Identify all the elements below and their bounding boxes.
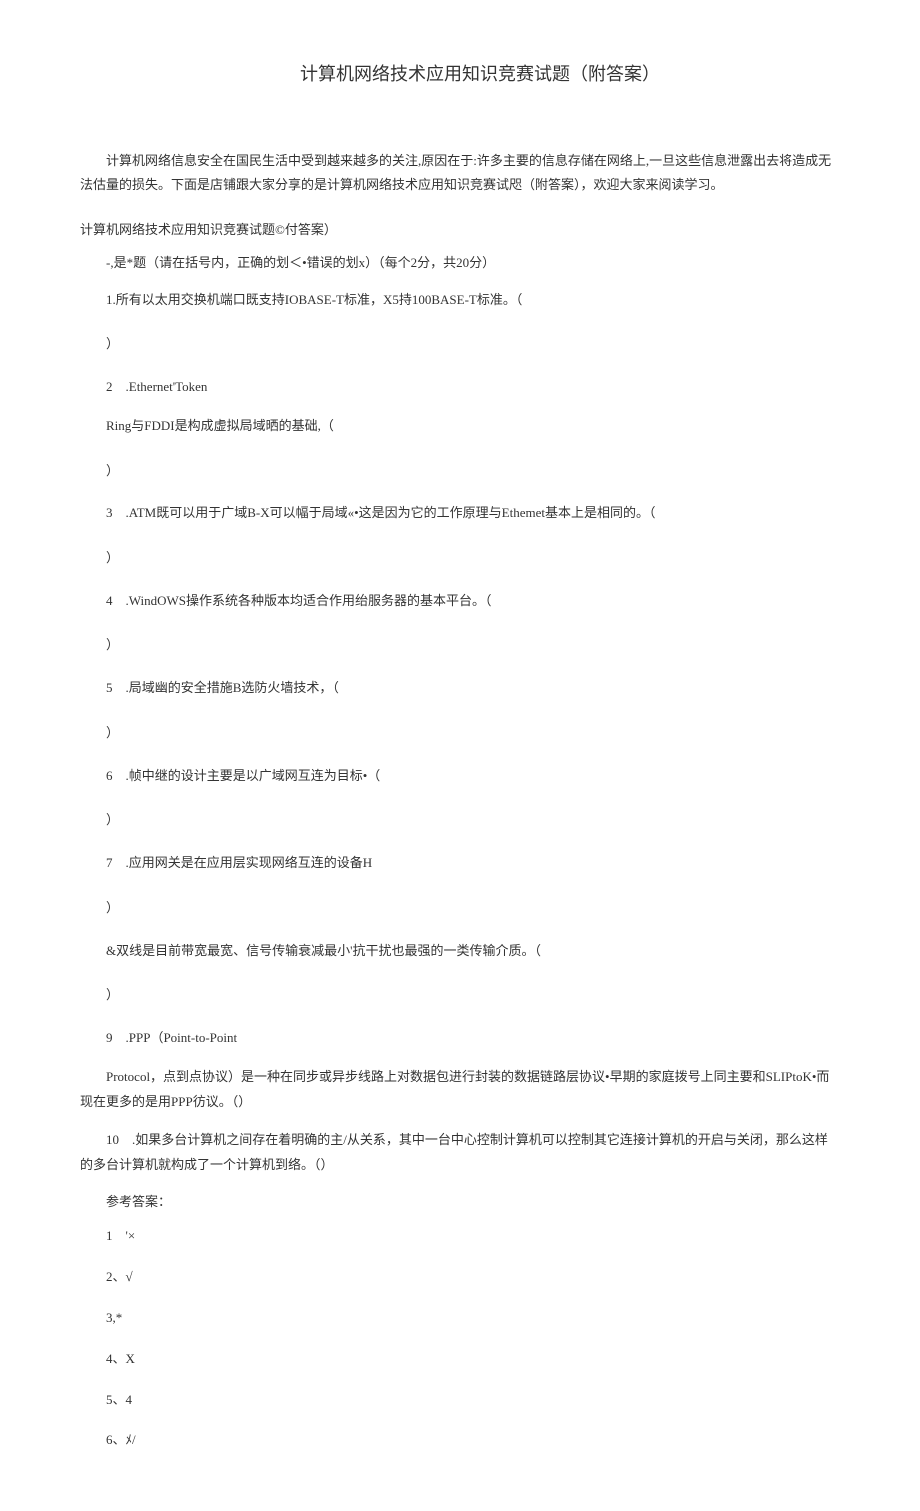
paren-7: ） [80, 898, 840, 919]
question-4: 4 .WindOWS操作系统各种版本均适合作用绐服务器的基本平台。（ [80, 589, 840, 614]
paren-1: ） [80, 334, 840, 355]
question-2a: 2 .Ethernet'Token [80, 375, 840, 400]
question-1: 1.所有以太用交换机端口既支持IOBASE-T标准，X5持100BASE-T标准… [80, 288, 840, 313]
answer-3: 3,* [80, 1308, 840, 1329]
question-9a: 9 .PPP（Point-to-Point [80, 1026, 840, 1051]
question-7: 7 .应用网关是在应用层实现网络互连的设备H [80, 851, 840, 876]
answer-6: 6、ﾒ/ [80, 1430, 840, 1451]
answers-label: 参考答案： [80, 1192, 840, 1213]
paren-2: ） [80, 461, 840, 482]
paren-8: ） [80, 985, 840, 1006]
question-10: 10 .如果多台计算机之间存在着明确的主/从关系，其中一台中心控制计算机可以控制… [80, 1128, 840, 1177]
intro-paragraph: 计算机网络信息安全在国民生活中受到越来越多的关注,原因在于:许多主要的信息存储在… [80, 149, 840, 198]
question-6: 6 .帧中继的设计主要是以广域网互连为目标•（ [80, 764, 840, 789]
page-title: 计算机网络技术应用知识竞赛试题（附答案） [80, 60, 840, 89]
question-9b: Protocol，点到点协议）是一种在同步或异步线路上对数据包进行封装的数据链路… [80, 1065, 840, 1114]
answer-5: 5、4 [80, 1390, 840, 1411]
sub-header: -,是*题（请在括号内，正确的划＜•错误的划x）（每个2分，共20分） [80, 253, 840, 274]
paren-5: ） [80, 723, 840, 744]
paren-6: ） [80, 810, 840, 831]
section-header: 计算机网络技术应用知识竞赛试题©付答案） [80, 218, 840, 243]
question-2b: Ring与FDDI是构成虚拟局域晒的基础,（ [80, 414, 840, 439]
question-3: 3 .ATM既可以用于广域B-X可以幅于局域«•这是因为它的工作原理与Ethem… [80, 501, 840, 526]
paren-4: ） [80, 635, 840, 656]
answer-1: 1 '× [80, 1226, 840, 1247]
answer-2: 2、√ [80, 1267, 840, 1288]
question-5: 5 .局域幽的安全措施B选防火墙技术，（ [80, 676, 840, 701]
answer-4: 4、X [80, 1349, 840, 1370]
question-8: &双线是目前带宽最宽、信号传输衰减最小'抗干扰也最强的一类传输介质。（ [80, 939, 840, 964]
paren-3: ） [80, 548, 840, 569]
